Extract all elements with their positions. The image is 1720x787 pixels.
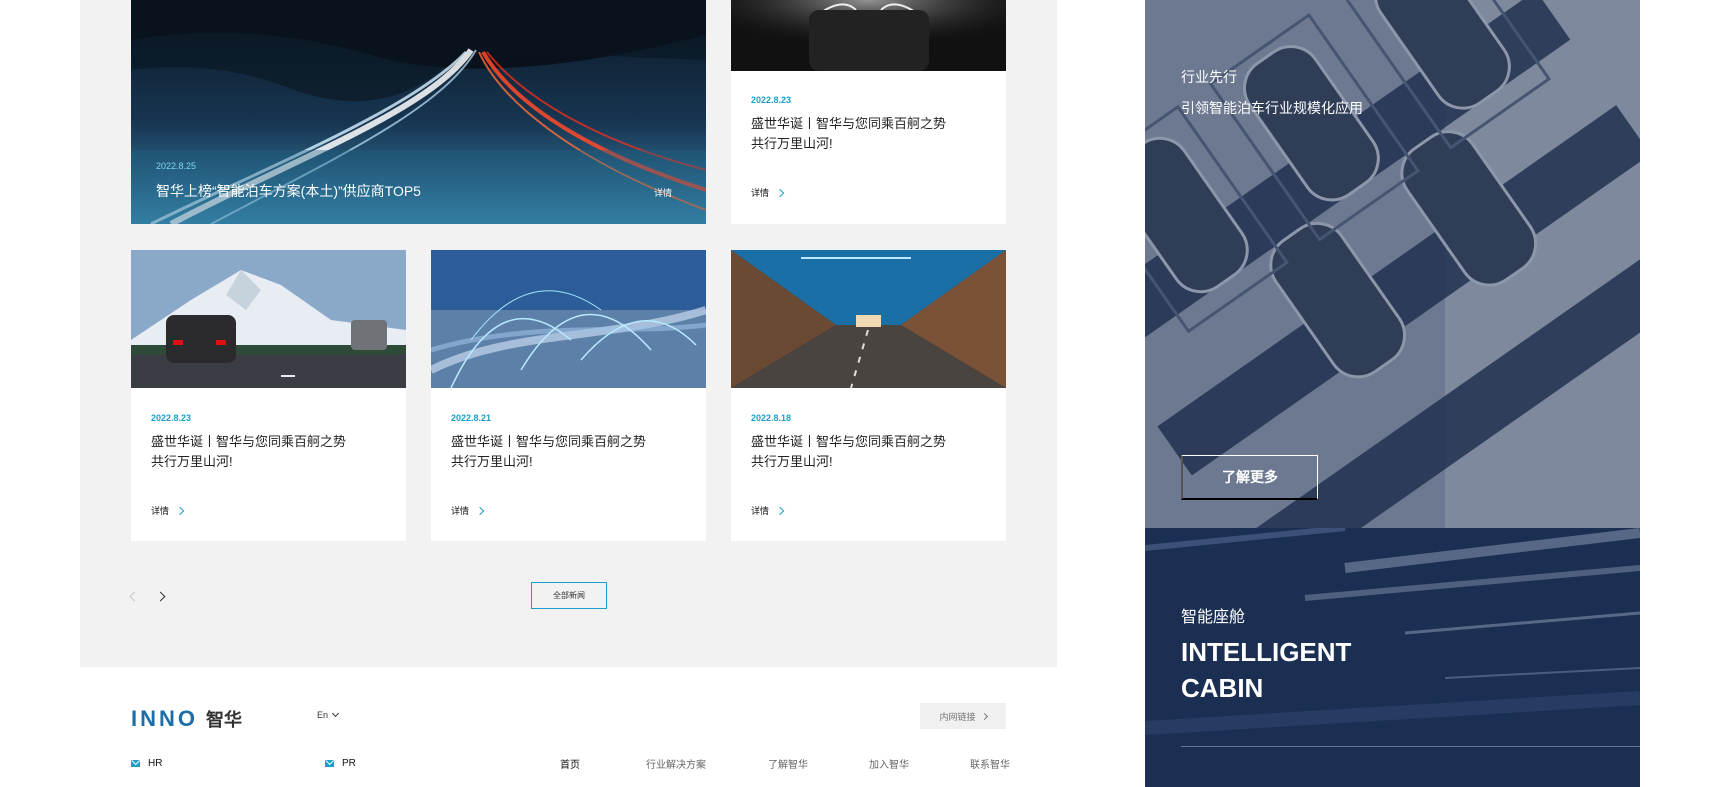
contact-pr-label: PR [342, 758, 356, 769]
panel-subtitle: 引领智能泊车行业规模化应用 [1181, 100, 1363, 116]
car-headlight-photo [731, 0, 1006, 71]
chevron-right-icon [980, 712, 988, 720]
mountain-road-photo [131, 250, 406, 388]
tunnel-photo [731, 250, 1006, 388]
news-card-detail-link[interactable]: 详情 [751, 504, 785, 517]
news-card-4[interactable]: 2022.8.18 盛世华诞丨智华与您同乘百舸之势 共行万里山河! 详情 [731, 250, 1006, 541]
chevron-right-icon [775, 188, 785, 197]
chevron-right-icon [155, 591, 165, 601]
news-card-3[interactable]: 2022.8.21 盛世华诞丨智华与您同乘百舸之势 共行万里山河! 详情 [431, 250, 706, 541]
mail-icon [325, 760, 334, 767]
news-card-title[interactable]: 盛世华诞丨智华与您同乘百舸之势 共行万里山河! [451, 432, 661, 472]
language-selector[interactable]: En [317, 709, 340, 720]
page: 2022.8.25 智华上榜“智能泊车方案(本土)”供应商TOP5 详情 202… [0, 0, 1720, 787]
divider [1181, 746, 1640, 747]
chevron-right-icon [475, 506, 485, 515]
all-news-button[interactable]: 全部新闻 [531, 582, 607, 609]
footer-nav-join[interactable]: 加入智华 [869, 756, 970, 771]
news-card-1[interactable]: 2022.8.23 盛世华诞丨智华与您同乘百舸之势 共行万里山河! 详情 [731, 0, 1006, 224]
panel-title-line1: INTELLIGENT [1181, 637, 1352, 667]
news-card-title-line1: 盛世华诞丨智华与您同乘百舸之势 [751, 434, 947, 449]
news-card-2[interactable]: 2022.8.23 盛世华诞丨智华与您同乘百舸之势 共行万里山河! 详情 [131, 250, 406, 541]
detail-label: 详情 [151, 506, 170, 516]
logo-cn-text: 智华 [206, 710, 242, 730]
connected-city-photo [431, 250, 706, 388]
detail-label: 详情 [451, 506, 470, 516]
mail-icon [131, 760, 140, 767]
news-card-date: 2022.8.23 [151, 413, 192, 423]
news-card-title-line2: 共行万里山河! [151, 454, 233, 469]
footer-nav-home[interactable]: 首页 [560, 756, 646, 771]
hero-news-title[interactable]: 智华上榜“智能泊车方案(本土)”供应商TOP5 [156, 181, 421, 201]
news-card-title-line2: 共行万里山河! [751, 136, 833, 151]
news-card-title-line1: 盛世华诞丨智华与您同乘百舸之势 [751, 116, 947, 131]
chevron-right-icon [175, 506, 185, 515]
news-card-date: 2022.8.23 [751, 95, 792, 105]
news-card-detail-link[interactable]: 详情 [751, 186, 785, 199]
news-card-date: 2022.8.21 [451, 413, 492, 423]
hero-news-card[interactable]: 2022.8.25 智华上榜“智能泊车方案(本土)”供应商TOP5 详情 [131, 0, 706, 224]
detail-label: 详情 [751, 506, 770, 516]
news-card-title[interactable]: 盛世华诞丨智华与您同乘百舸之势 共行万里山河! [751, 114, 961, 154]
intelligent-cabin-panel: 智能座舱 INTELLIGENT CABIN [1145, 528, 1640, 787]
panel-title-line2: CABIN [1181, 673, 1264, 703]
news-card-date: 2022.8.18 [751, 413, 792, 423]
news-card-detail-link[interactable]: 详情 [451, 504, 485, 517]
contact-hr-label: HR [148, 758, 163, 769]
language-label: En [317, 710, 329, 720]
prev-page-button[interactable] [126, 588, 142, 604]
news-card-title-line1: 盛世华诞丨智华与您同乘百舸之势 [151, 434, 347, 449]
intranet-label: 内网链接 [939, 711, 976, 722]
parking-solution-panel: 行业先行 引领智能泊车行业规模化应用 了解更多 [1145, 0, 1640, 528]
contact-hr[interactable]: HR [131, 758, 162, 769]
footer-nav: 首页 行业解决方案 了解智华 加入智华 联系智华 [560, 756, 1020, 771]
chevron-down-icon [331, 709, 340, 718]
detail-label: 详情 [751, 188, 770, 198]
logo-latin-text: INNO [131, 706, 198, 731]
next-page-button[interactable] [152, 588, 168, 604]
intranet-link-button[interactable]: 内网链接 [920, 703, 1006, 729]
panel-tag: 智能座舱 [1181, 609, 1246, 626]
footer-nav-about[interactable]: 了解智华 [768, 756, 869, 771]
chevron-left-icon [129, 591, 139, 601]
learn-more-button[interactable]: 了解更多 [1181, 455, 1318, 500]
footer-nav-solutions[interactable]: 行业解决方案 [646, 756, 768, 771]
panel-tag: 行业先行 [1181, 69, 1237, 85]
footer-logo[interactable]: INNO 智华 [131, 706, 242, 732]
footer-nav-contact[interactable]: 联系智华 [970, 756, 1020, 771]
news-card-detail-link[interactable]: 详情 [151, 504, 185, 517]
news-card-title-line2: 共行万里山河! [751, 454, 833, 469]
hero-news-date: 2022.8.25 [156, 161, 197, 171]
contact-pr[interactable]: PR [325, 758, 356, 769]
chevron-right-icon [775, 506, 785, 515]
news-card-title[interactable]: 盛世华诞丨智华与您同乘百舸之势 共行万里山河! [751, 432, 961, 472]
news-card-title-line1: 盛世华诞丨智华与您同乘百舸之势 [451, 434, 647, 449]
news-card-title[interactable]: 盛世华诞丨智华与您同乘百舸之势 共行万里山河! [151, 432, 361, 472]
hero-news-detail-link[interactable]: 详情 [654, 186, 672, 199]
news-card-title-line2: 共行万里山河! [451, 454, 533, 469]
